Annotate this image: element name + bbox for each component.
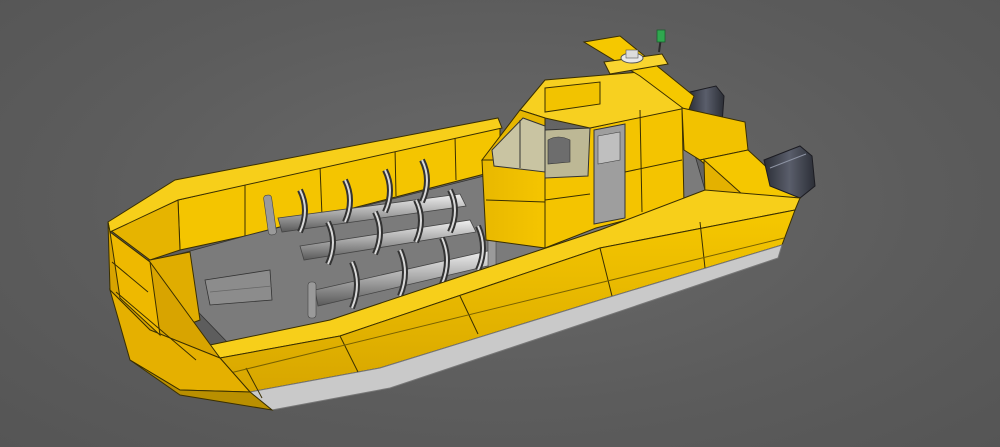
3d-viewport[interactable]: [0, 0, 1000, 447]
mast-light: [656, 29, 666, 53]
boat-model: [107, 29, 816, 411]
